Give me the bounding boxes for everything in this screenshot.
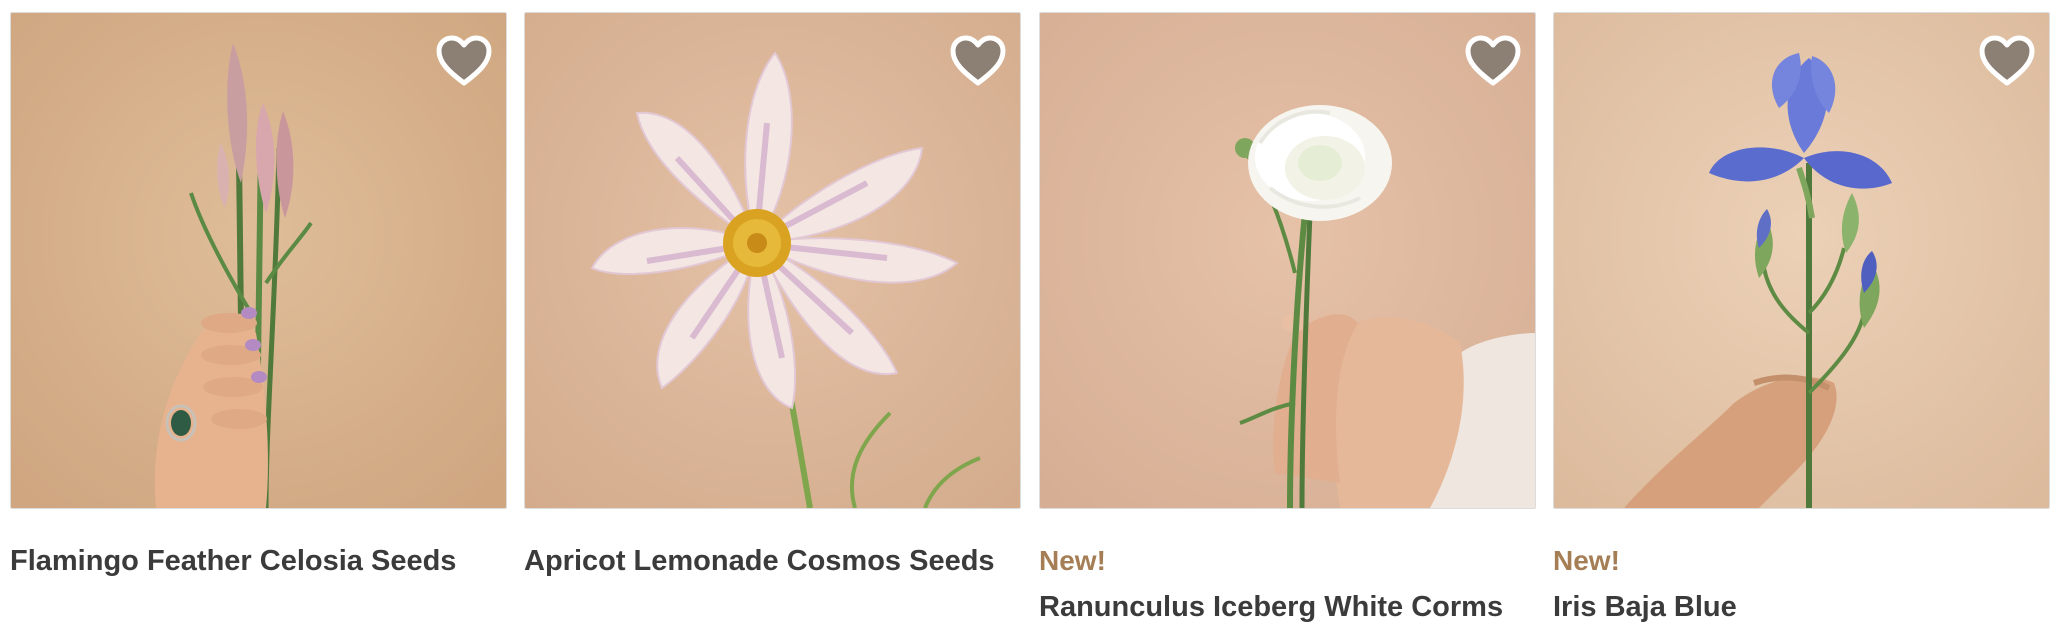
product-grid: Flamingo Feather Celosia Seeds Apricot L… [0,0,2062,630]
product-meta: New! Ranunculus Iceberg White Corms [1039,541,1536,627]
product-card[interactable]: Apricot Lemonade Cosmos Seeds [524,12,1021,581]
product-meta: New! Iris Baja Blue [1553,541,2050,627]
favorite-button[interactable] [950,35,1006,87]
product-title[interactable]: Iris Baja Blue [1553,587,2050,627]
favorite-button[interactable] [1979,35,2035,87]
new-badge: New! [1553,545,1620,576]
heart-icon [1465,35,1521,86]
product-image[interactable] [1039,12,1536,509]
product-meta: Flamingo Feather Celosia Seeds [10,541,507,581]
favorite-button[interactable] [1465,35,1521,87]
product-image[interactable] [10,12,507,509]
cosmos-flower-image [525,13,1020,508]
product-image[interactable] [1553,12,2050,509]
celosia-flower-image [11,13,506,508]
product-card[interactable]: New! Ranunculus Iceberg White Corms [1039,12,1536,627]
favorite-button[interactable] [436,35,492,87]
heart-icon [436,35,492,86]
product-card[interactable]: Flamingo Feather Celosia Seeds [10,12,507,581]
product-title[interactable]: Flamingo Feather Celosia Seeds [10,541,507,581]
heart-icon [1979,35,2035,86]
product-image[interactable] [524,12,1021,509]
ranunculus-flower-image [1040,13,1535,508]
iris-flower-image [1554,13,2049,508]
product-card[interactable]: New! Iris Baja Blue [1553,12,2050,627]
product-meta: Apricot Lemonade Cosmos Seeds [524,541,1021,581]
product-title[interactable]: Ranunculus Iceberg White Corms [1039,587,1536,627]
heart-icon [950,35,1006,86]
new-badge: New! [1039,545,1106,576]
product-title[interactable]: Apricot Lemonade Cosmos Seeds [524,541,1021,581]
